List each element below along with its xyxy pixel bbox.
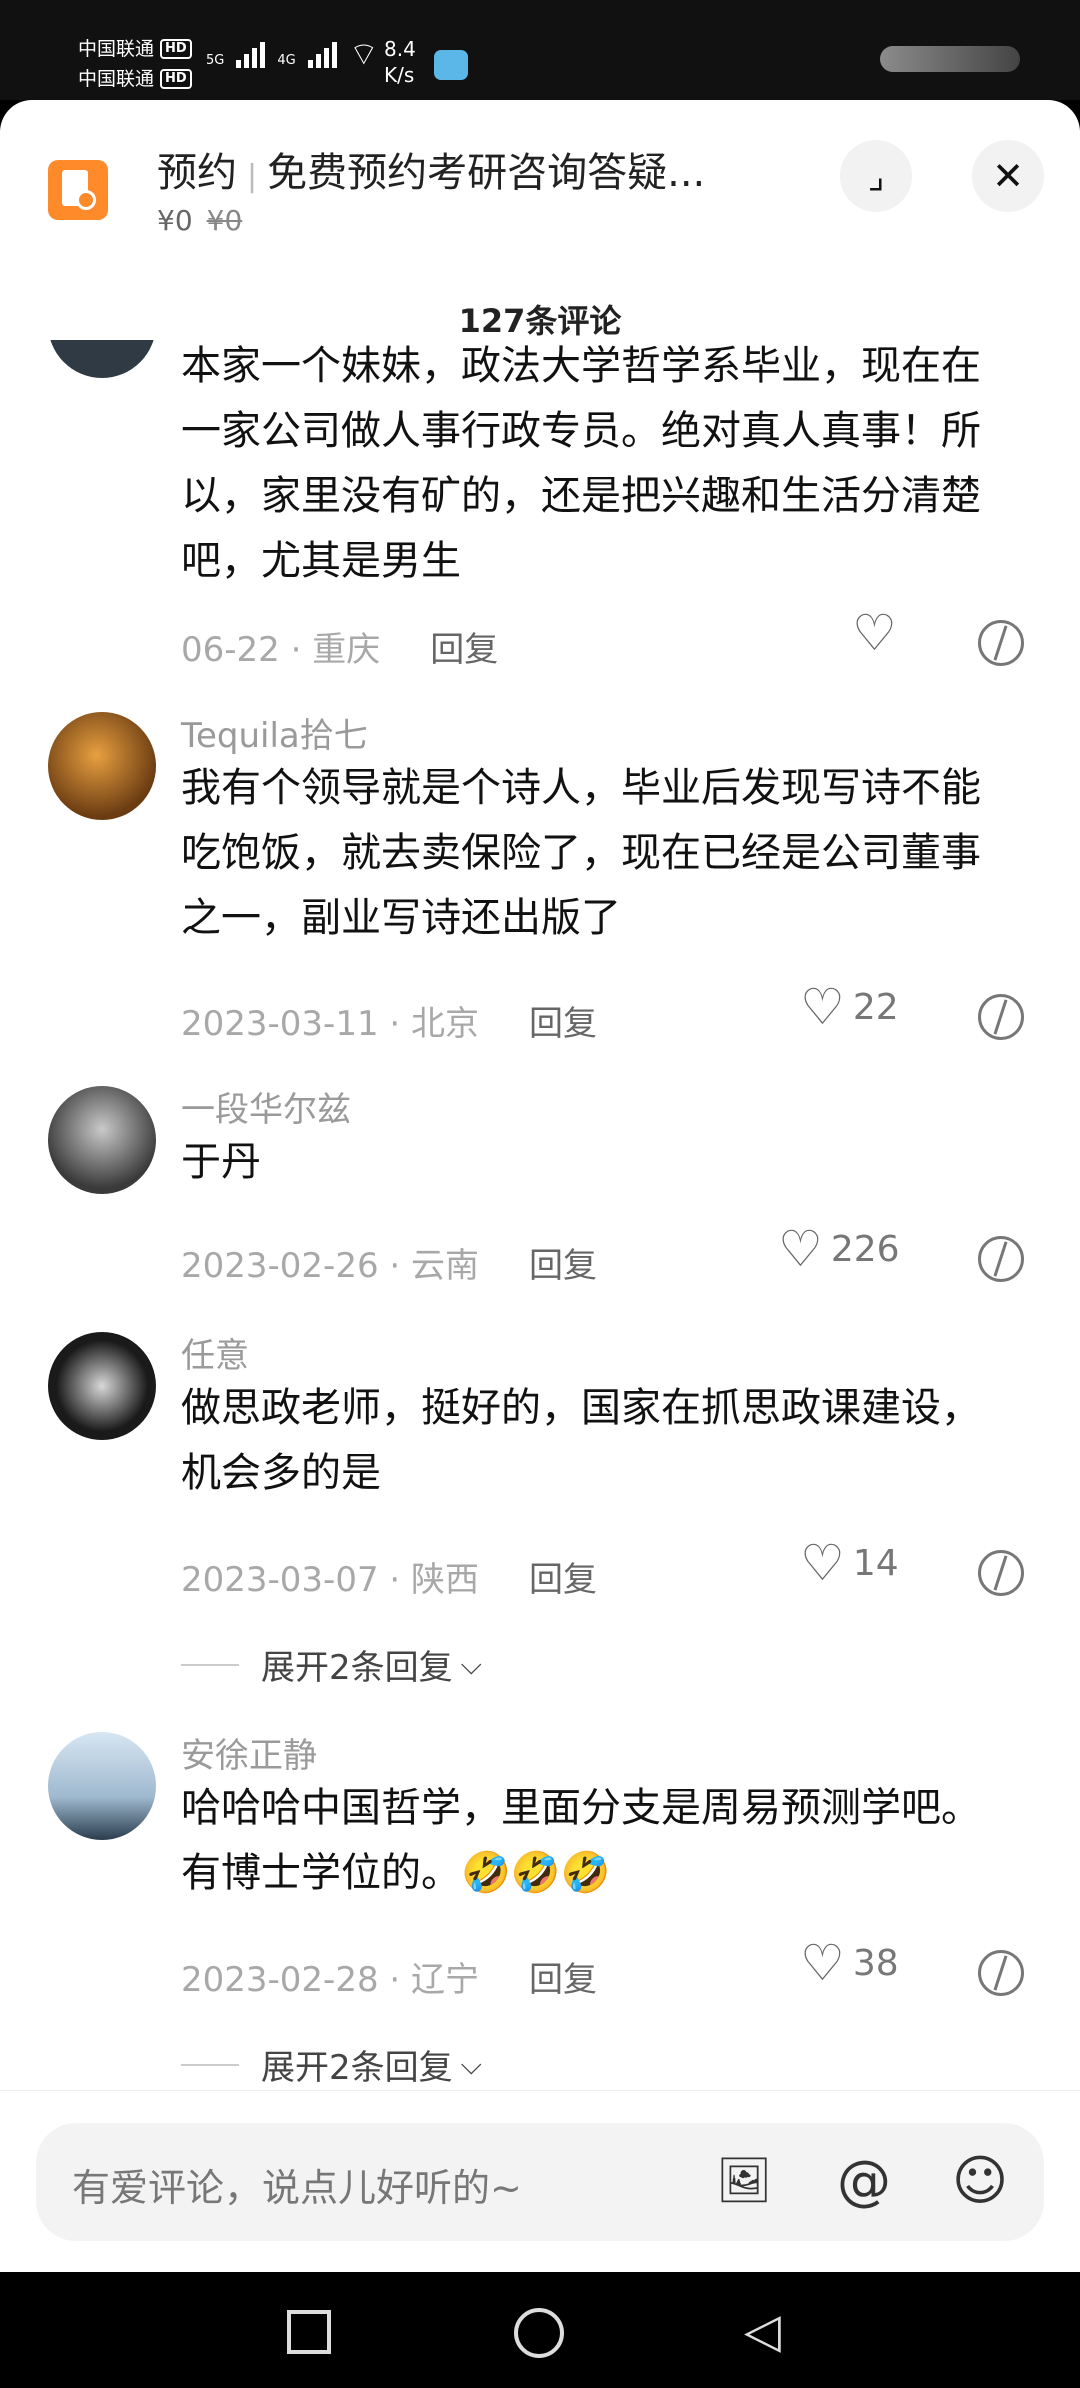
signal-icons: 5G 4G ⌔ — [206, 35, 379, 73]
comment-meta: 2023-03-07 · 陕西 回复 — [181, 1560, 598, 1600]
dislike-icon[interactable] — [978, 620, 1024, 666]
reply-button[interactable]: 回复 — [529, 1246, 597, 1286]
divider — [181, 2063, 239, 2066]
like-count: 226 — [830, 1228, 900, 1270]
comment-text: 哈哈哈中国哲学，里面分支是周易预测学吧。有博士学位的。🤣🤣🤣 — [181, 1785, 981, 1896]
heart-icon: ♡ — [778, 1220, 823, 1278]
comment-text: 本家一个妹妹，政法大学哲学系毕业，现在在一家公司做人事行政专员。绝对真人真事！所… — [181, 343, 981, 584]
expand-replies-button[interactable]: 展开2条回复 ⌵ — [181, 1640, 482, 1689]
minimize-button[interactable]: ⌟ — [840, 140, 912, 212]
heart-icon: ♡ — [800, 978, 845, 1036]
comment-meta: 2023-03-11 · 北京 回复 — [181, 1004, 598, 1044]
comment-sheet: 预约 | 免费预约考研咨询答疑... ¥0 ¥0 ⌟ ✕ 127条评论 本家一个妹妹，… — [0, 100, 1080, 2272]
username[interactable]: 任意 — [181, 1328, 249, 1377]
heart-icon: ♡ — [800, 1934, 845, 1992]
input-placeholder: 有爱评论，说点儿好听的~ — [72, 2166, 522, 2210]
username[interactable]: Tequila拾七 — [181, 708, 368, 757]
divider: | — [247, 159, 258, 194]
image-icon[interactable]: 🖼 — [712, 2149, 776, 2213]
title-text: 免费预约考研咨询答疑... — [267, 150, 706, 196]
emoji-icon[interactable]: ☺ — [948, 2149, 1012, 2213]
expand-replies-button[interactable]: 展开2条回复 ⌵ — [181, 2040, 482, 2089]
like-button[interactable]: ♡ 14 — [800, 1538, 899, 1588]
reply-button[interactable]: 回复 — [529, 1004, 597, 1044]
status-bar: 中国联通 HD 中国联通 HD 5G 4G ⌔ 8.4 K/s — [0, 0, 1080, 100]
carrier-info: 中国联通 HD 中国联通 HD — [78, 34, 192, 94]
reply-button[interactable]: 回复 — [529, 1560, 597, 1600]
net-1: 5G — [206, 53, 225, 68]
chevron-down-icon: ⌵ — [460, 1647, 482, 1681]
sheet-header: 预约 | 免费预约考研咨询答疑... ¥0 ¥0 ⌟ ✕ — [0, 100, 1080, 280]
at-icon[interactable]: @ — [832, 2149, 896, 2213]
dislike-icon[interactable] — [978, 1550, 1024, 1596]
avatar[interactable] — [48, 1332, 156, 1440]
comment-count: 127条评论 — [458, 302, 622, 340]
comment-meta: 06-22 · 重庆 回复 — [181, 630, 499, 670]
wifi-icon: ⌔ — [348, 35, 379, 73]
like-button[interactable]: ♡ — [852, 608, 905, 658]
like-count: 14 — [852, 1542, 899, 1584]
comment-input-bar: 有爱评论，说点儿好听的~ 🖼 @ ☺ — [0, 2090, 1080, 2273]
divider — [181, 1663, 239, 1666]
chevron-down-icon: ⌵ — [460, 2047, 482, 2081]
close-button[interactable]: ✕ — [972, 140, 1044, 212]
price: ¥0 ¥0 — [157, 204, 243, 237]
comment-meta: 2023-02-28 · 辽宁 回复 — [181, 1960, 598, 2000]
back-icon[interactable]: ◁ — [744, 2306, 781, 2356]
recents-icon[interactable] — [287, 2310, 331, 2354]
hd-badge: HD — [160, 39, 192, 59]
heart-icon: ♡ — [800, 1534, 845, 1592]
signal-bars-icon — [307, 42, 337, 68]
comment-text: 我有个领导就是个诗人，毕业后发现写诗不能吃饱饭，就去卖保险了，现在已经是公司董事… — [181, 765, 981, 941]
carrier-2: 中国联通 — [78, 68, 155, 90]
calendar-icon — [48, 160, 108, 220]
dislike-icon[interactable] — [978, 1236, 1024, 1282]
dislike-icon[interactable] — [978, 1950, 1024, 1996]
close-icon: ✕ — [992, 154, 1024, 198]
heart-icon: ♡ — [852, 604, 897, 662]
like-button[interactable]: ♡ 226 — [778, 1224, 900, 1274]
comment-meta: 2023-02-26 · 云南 回复 — [181, 1246, 598, 1286]
hd-badge: HD — [160, 69, 192, 89]
signal-bars-icon — [236, 42, 266, 68]
tag-label: 预约 — [157, 150, 237, 196]
dislike-icon[interactable] — [978, 994, 1024, 1040]
username[interactable]: 安徐正静 — [181, 1728, 317, 1777]
sheet-title[interactable]: 预约 | 免费预约考研咨询答疑... — [157, 140, 705, 198]
notification-app-icon — [434, 50, 468, 80]
username[interactable]: 一段华尔兹 — [181, 1082, 351, 1131]
network-speed: 8.4 K/s — [384, 37, 416, 87]
reply-button[interactable]: 回复 — [430, 630, 498, 670]
like-button[interactable]: ♡ 22 — [800, 982, 899, 1032]
avatar[interactable] — [48, 712, 156, 820]
minimize-icon: ⌟ — [867, 155, 885, 197]
comment-text: 做思政老师，挺好的，国家在抓思政课建设，机会多的是 — [181, 1385, 981, 1496]
carrier-1: 中国联通 — [78, 38, 155, 60]
system-nav-bar: ◁ — [0, 2272, 1080, 2388]
comment-input[interactable]: 有爱评论，说点儿好听的~ 🖼 @ ☺ — [36, 2123, 1044, 2241]
home-icon[interactable] — [514, 2308, 564, 2358]
like-button[interactable]: ♡ 38 — [800, 1938, 899, 1988]
reply-button[interactable]: 回复 — [529, 1960, 597, 2000]
avatar[interactable] — [48, 1732, 156, 1840]
net-2: 4G — [277, 53, 296, 68]
original-price: ¥0 — [206, 204, 243, 237]
like-count: 38 — [852, 1942, 899, 1984]
comment-text: 于丹 — [181, 1139, 261, 1185]
like-count: 22 — [852, 986, 899, 1028]
battery-icon — [880, 46, 1020, 72]
avatar[interactable] — [48, 1086, 156, 1194]
comment-list: 本家一个妹妹，政法大学哲学系毕业，现在在一家公司做人事行政专员。绝对真人真事！所… — [0, 340, 1080, 2190]
avatar[interactable] — [48, 340, 156, 378]
